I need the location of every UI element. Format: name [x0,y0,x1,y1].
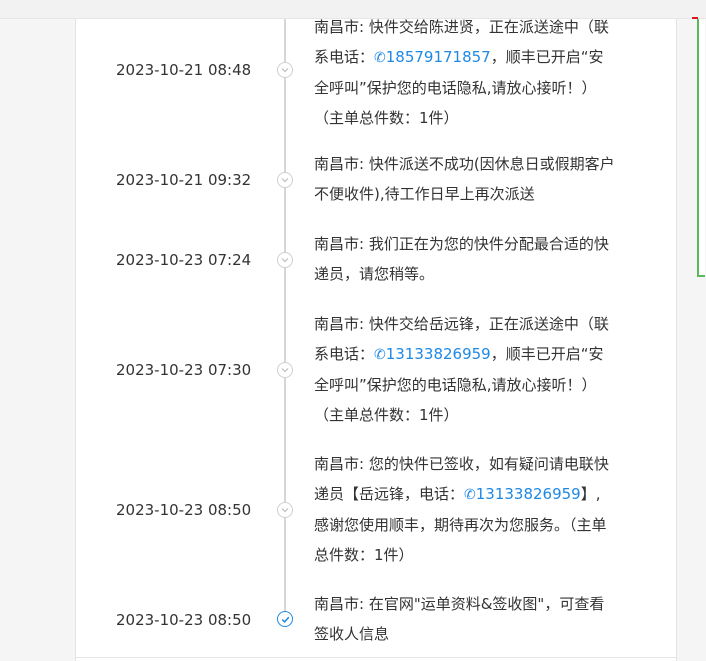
right-panel-border [697,19,705,277]
phone-link[interactable]: 13133826959 [386,345,491,363]
desc-line: （主单总件数：1件） [314,406,459,424]
check-icon [277,611,293,627]
event-time: 2023-10-23 07:24 [116,251,252,269]
desc-line: 南昌市: 快件交给陈进贤，正在派送途中（联 [314,18,609,36]
event-description: 南昌市: 在官网"运单资料&签收图"，可查看 签收人信息 [314,589,646,649]
desc-line: 感谢您使用顺丰，期待再次为您服务。（主单 [314,516,607,534]
event-time: 2023-10-23 07:30 [116,361,252,379]
event-time: 2023-10-23 08:50 [116,611,252,629]
event-time: 2023-10-21 08:48 [116,61,252,79]
chevron-down-icon [277,252,293,268]
desc-text: 递员【岳远锋，电话： [314,485,465,503]
event-description: 南昌市: 快件交给岳远锋，正在派送途中（联 系电话：✆13133826959，顺… [314,309,646,430]
desc-text: 】, [580,485,601,503]
event-description: 南昌市: 您的快件已签收，如有疑问请电联快 递员【岳远锋，电话：✆1313382… [314,449,646,570]
event-time: 2023-10-23 08:50 [116,501,252,519]
desc-line: 南昌市: 我们正在为您的快件分配最合适的快 [314,235,609,253]
right-panel [676,19,706,661]
chevron-down-icon [277,62,293,78]
desc-line: 全呼叫”保护您的电话隐私,请放心接听！） [314,376,597,394]
chevron-down-icon [277,172,293,188]
desc-line: 递员，请您稍等。 [314,265,435,283]
timeline-line [284,19,286,619]
desc-text: ，顺丰已开启“安 [490,345,604,363]
desc-line: 南昌市: 在官网"运单资料&签收图"，可查看 [314,595,605,613]
bottom-divider [76,657,676,658]
phone-icon: ✆ [374,50,386,66]
desc-line: 南昌市: 快件派送不成功(因休息日或假期客户 [314,155,615,173]
desc-line-phone: 系电话：✆18579171857，顺丰已开启“安 [314,42,646,73]
desc-line: 不便收件),待工作日早上再次派送 [314,185,535,203]
event-time: 2023-10-21 09:32 [116,171,252,189]
event-description: 南昌市: 我们正在为您的快件分配最合适的快 递员，请您稍等。 [314,229,646,289]
desc-line: 南昌市: 快件交给岳远锋，正在派送途中（联 [314,315,609,333]
event-description: 南昌市: 快件交给陈进贤，正在派送途中（联 系电话：✆18579171857，顺… [314,12,646,133]
desc-line: 南昌市: 您的快件已签收，如有疑问请电联快 [314,455,609,473]
desc-line-phone: 递员【岳远锋，电话：✆13133826959】, [314,479,646,510]
chevron-down-icon [277,362,293,378]
phone-link[interactable]: 18579171857 [386,48,491,66]
desc-line-phone: 系电话：✆13133826959，顺丰已开启“安 [314,339,646,370]
desc-line: （主单总件数：1件） [314,109,459,127]
desc-line: 签收人信息 [314,625,390,643]
event-description: 南昌市: 快件派送不成功(因休息日或假期客户 不便收件),待工作日早上再次派送 [314,149,646,209]
phone-link[interactable]: 13133826959 [476,485,581,503]
left-panel [0,19,76,661]
chevron-down-icon [277,502,293,518]
desc-text: 系电话： [314,48,375,66]
desc-text: 系电话： [314,345,375,363]
phone-icon: ✆ [464,487,476,503]
phone-icon: ✆ [374,347,386,363]
desc-line: 全呼叫”保护您的电话隐私,请放心接听！） [314,79,597,97]
desc-line: 总件数：1件） [314,546,414,564]
desc-text: ，顺丰已开启“安 [490,48,604,66]
